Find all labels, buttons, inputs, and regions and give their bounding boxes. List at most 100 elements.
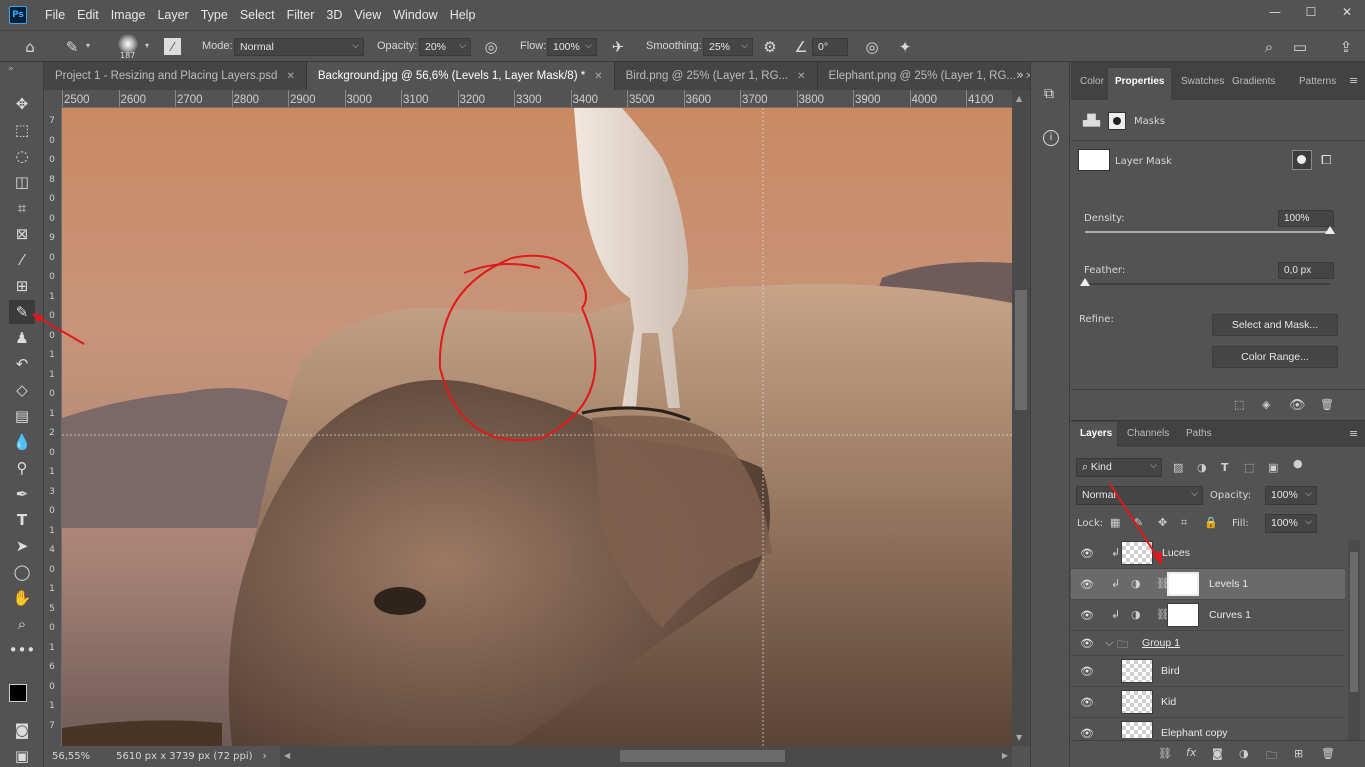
feather-slider-thumb[interactable] bbox=[1080, 278, 1090, 286]
layer-row-kid[interactable]: 👁 Kid bbox=[1071, 687, 1345, 718]
tab-color[interactable]: Color bbox=[1080, 76, 1104, 87]
tab-project[interactable]: Project 1 - Resizing and Placing Layers.… bbox=[44, 62, 307, 90]
eye-icon[interactable]: 👁 bbox=[1080, 696, 1094, 709]
pressure-size-icon[interactable]: ◎ bbox=[862, 37, 882, 57]
menu-window[interactable]: Window bbox=[387, 8, 443, 22]
pressure-opacity-icon[interactable]: ◎ bbox=[481, 37, 501, 57]
horizontal-scroll-thumb[interactable] bbox=[620, 750, 785, 762]
gear-icon[interactable]: ⚙ bbox=[760, 37, 780, 57]
path-select-tool-icon[interactable]: ➤ bbox=[9, 534, 35, 558]
canvas-image[interactable] bbox=[62, 108, 1012, 746]
menu-image[interactable]: Image bbox=[105, 8, 152, 22]
brush-settings-icon[interactable]: ⁄ bbox=[164, 38, 181, 55]
move-tool-icon[interactable]: ✥ bbox=[9, 92, 35, 116]
eye-icon[interactable]: 👁 bbox=[1080, 637, 1094, 650]
filter-smart-object-icon[interactable]: ▣ bbox=[1268, 461, 1278, 474]
blur-tool-icon[interactable]: 💧 bbox=[9, 430, 35, 454]
brush-preset-icon[interactable]: ✎ bbox=[62, 37, 82, 57]
share-icon[interactable]: ⇪ bbox=[1336, 37, 1356, 57]
pixel-mask-button[interactable] bbox=[1292, 150, 1312, 170]
flow-input[interactable]: 100% ⌵ bbox=[547, 38, 597, 56]
workspace-icon[interactable]: ▭ bbox=[1290, 37, 1310, 57]
history-panel-icon[interactable]: ⧉ bbox=[1044, 86, 1054, 102]
info-panel-icon[interactable]: i bbox=[1043, 130, 1059, 146]
dodge-tool-icon[interactable]: ⚲ bbox=[9, 456, 35, 480]
menu-file[interactable]: File bbox=[39, 8, 71, 22]
eyedropper-tool-icon[interactable]: ⁄ bbox=[9, 248, 35, 272]
tab-overflow-icon[interactable]: » bbox=[1016, 68, 1024, 83]
link-icon[interactable]: ⛓ bbox=[1158, 747, 1172, 760]
tab-layers[interactable]: Layers bbox=[1080, 428, 1112, 439]
menu-3d[interactable]: 3D bbox=[320, 8, 348, 22]
menu-select[interactable]: Select bbox=[234, 8, 281, 22]
scroll-right-icon[interactable]: ▶ bbox=[1002, 751, 1008, 760]
lasso-tool-icon[interactable]: ◌ bbox=[9, 144, 35, 168]
chevron-down-icon[interactable]: ▾ bbox=[86, 41, 90, 50]
panel-menu-icon[interactable]: ≡ bbox=[1349, 427, 1358, 440]
scroll-up-icon[interactable]: ▲ bbox=[1016, 94, 1022, 103]
eraser-tool-icon[interactable]: ◇ bbox=[9, 378, 35, 402]
layer-row-bird[interactable]: 👁 Bird bbox=[1071, 656, 1345, 687]
layer-mask-thumbnail[interactable] bbox=[1167, 572, 1199, 596]
tab-paths[interactable]: Paths bbox=[1186, 428, 1212, 439]
horizontal-scrollbar[interactable]: ◀ ▶ bbox=[280, 746, 1012, 767]
opacity-input[interactable]: 20% ⌵ bbox=[419, 38, 471, 56]
frame-tool-icon[interactable]: ⊠ bbox=[9, 222, 35, 246]
foreground-color-swatch[interactable] bbox=[9, 684, 27, 702]
status-arrow-icon[interactable]: › bbox=[263, 751, 267, 762]
menu-filter[interactable]: Filter bbox=[281, 8, 321, 22]
zoom-tool-icon[interactable]: ⌕ bbox=[9, 612, 35, 636]
angle-input[interactable]: 0° bbox=[812, 38, 848, 56]
close-button[interactable]: ✕ bbox=[1329, 0, 1365, 24]
healing-tool-icon[interactable]: ⊞ bbox=[9, 274, 35, 298]
layer-row-curves[interactable]: 👁 ↲ ◑ ⛓ Curves 1 bbox=[1071, 600, 1345, 631]
select-and-mask-button[interactable]: Select and Mask... bbox=[1212, 314, 1338, 336]
expand-chevron-icon[interactable]: » bbox=[8, 64, 14, 74]
eye-icon[interactable]: 👁 bbox=[1289, 398, 1306, 413]
menu-layer[interactable]: Layer bbox=[151, 8, 194, 22]
chevron-down-icon[interactable]: ⌵ bbox=[1105, 636, 1113, 650]
density-slider-thumb[interactable] bbox=[1325, 226, 1335, 234]
tab-elephant[interactable]: Elephant.png @ 25% (Layer 1, RG...✕ bbox=[817, 62, 1046, 90]
density-input[interactable]: 100% bbox=[1278, 210, 1334, 227]
pen-tool-icon[interactable]: ✒ bbox=[9, 482, 35, 506]
eye-icon[interactable]: 👁 bbox=[1080, 578, 1094, 591]
hand-tool-icon[interactable]: ✋ bbox=[9, 586, 35, 610]
feather-input[interactable]: 0,0 px bbox=[1278, 262, 1334, 279]
color-range-button[interactable]: Color Range... bbox=[1212, 346, 1338, 368]
tab-swatches[interactable]: Swatches bbox=[1181, 76, 1224, 87]
object-select-tool-icon[interactable]: ◫ bbox=[9, 170, 35, 194]
zoom-level[interactable]: 56,55% bbox=[52, 751, 90, 762]
panel-menu-icon[interactable]: ≡ bbox=[1349, 74, 1358, 87]
tab-gradients[interactable]: Gradients bbox=[1232, 76, 1275, 87]
filter-type-icon[interactable]: T bbox=[1221, 461, 1229, 474]
mask-icon[interactable]: ◙ bbox=[1212, 747, 1223, 760]
crop-tool-icon[interactable]: ⌗ bbox=[9, 196, 35, 220]
menu-help[interactable]: Help bbox=[444, 8, 482, 22]
maximize-button[interactable]: ☐ bbox=[1293, 0, 1329, 24]
tab-background[interactable]: Background.jpg @ 56,6% (Levels 1, Layer … bbox=[306, 62, 615, 90]
trash-icon[interactable]: 🗑 bbox=[1320, 398, 1334, 411]
smoothing-input[interactable]: 25% ⌵ bbox=[703, 38, 753, 56]
scroll-left-icon[interactable]: ◀ bbox=[284, 751, 290, 760]
layer-row-group[interactable]: 👁 ⌵ 🗀 Group 1 bbox=[1071, 631, 1345, 656]
filter-shape-icon[interactable]: ⬚ bbox=[1244, 461, 1254, 474]
lock-artboard-icon[interactable]: ⌗ bbox=[1181, 516, 1187, 530]
tab-channels[interactable]: Channels bbox=[1127, 428, 1169, 439]
scroll-down-icon[interactable]: ▼ bbox=[1016, 733, 1022, 742]
marquee-tool-icon[interactable]: ⬚ bbox=[9, 118, 35, 142]
layer-filter-select[interactable]: ⌕ Kind ⌵ bbox=[1076, 458, 1162, 477]
filter-toggle-icon[interactable]: ● bbox=[1293, 457, 1303, 470]
tab-patterns[interactable]: Patterns bbox=[1299, 76, 1336, 87]
new-layer-icon[interactable]: ⊞ bbox=[1294, 747, 1303, 760]
menu-view[interactable]: View bbox=[348, 8, 387, 22]
home-icon[interactable]: ⌂ bbox=[20, 37, 40, 57]
menu-type[interactable]: Type bbox=[195, 8, 234, 22]
close-icon[interactable]: ✕ bbox=[594, 71, 602, 82]
eye-icon[interactable]: 👁 bbox=[1080, 727, 1094, 738]
gradient-tool-icon[interactable]: ▤ bbox=[9, 404, 35, 428]
filter-pixel-icon[interactable]: ▨ bbox=[1173, 461, 1183, 474]
trash-icon[interactable]: 🗑 bbox=[1321, 747, 1335, 760]
search-icon[interactable]: ⌕ bbox=[1259, 37, 1279, 57]
menu-edit[interactable]: Edit bbox=[71, 8, 105, 22]
